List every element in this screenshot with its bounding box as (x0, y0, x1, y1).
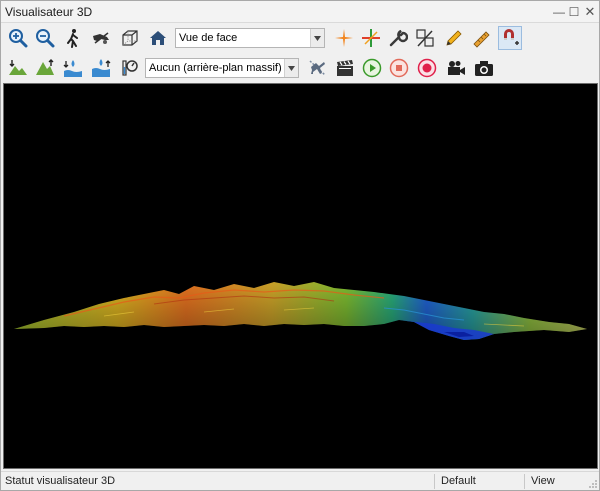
toolbar-terrain: Aucun (arrière-plan massif) (2, 54, 599, 82)
scale-ratio-button[interactable] (413, 26, 437, 50)
water-level-up-icon (92, 59, 111, 77)
settings-wrench-button[interactable] (386, 26, 410, 50)
record-icon (417, 58, 437, 78)
zoom-in-icon (9, 29, 28, 48)
toolbar-navigation: Vue de face (2, 24, 599, 53)
measure-button[interactable] (470, 26, 494, 50)
axes-button[interactable] (359, 26, 383, 50)
title-bar[interactable]: Visualisateur 3D — ☐ ✕ (1, 1, 599, 23)
target-point-button[interactable] (332, 26, 356, 50)
status-text: Statut visualisateur 3D (5, 475, 116, 487)
fly-mode-button[interactable] (89, 26, 113, 50)
status-divider (434, 474, 435, 489)
zoom-out-icon (36, 29, 55, 48)
3d-viewport[interactable] (3, 83, 598, 469)
pencil-icon (446, 30, 462, 46)
status-bar: Statut visualisateur 3D Default View (1, 471, 599, 490)
stop-icon (389, 58, 409, 78)
axes-cross-icon (362, 29, 380, 47)
view-select[interactable]: Vue de face (175, 28, 325, 48)
viewer-3d-window: Visualisateur 3D — ☐ ✕ Vue de face Aucun… (0, 0, 600, 491)
video-capture-button[interactable] (444, 56, 468, 80)
flight-path-button[interactable] (305, 56, 329, 80)
walk-mode-button[interactable] (61, 26, 85, 50)
water-lower-button[interactable] (61, 56, 85, 80)
view-select-value: Vue de face (179, 32, 238, 44)
terrain-high-icon (36, 59, 54, 75)
chevron-down-icon[interactable] (310, 29, 324, 47)
water-level-down-icon (63, 60, 82, 77)
resize-grip-icon[interactable] (588, 479, 598, 489)
wireframe-cube-icon (122, 30, 138, 46)
zoom-out-button[interactable] (33, 26, 57, 50)
walk-mode-icon (67, 29, 78, 48)
animation-button[interactable] (333, 56, 357, 80)
ruler-pencil-icon (473, 31, 490, 48)
weather-gauge-icon (122, 60, 138, 76)
home-view-icon (150, 31, 166, 45)
close-button[interactable]: ✕ (583, 5, 597, 19)
home-view-button[interactable] (146, 26, 170, 50)
photo-camera-icon (475, 61, 493, 76)
scale-ratio-icon (416, 29, 434, 47)
background-select-value: Aucun (arrière-plan massif) (149, 62, 282, 74)
weather-settings-button[interactable] (118, 56, 142, 80)
screenshot-button[interactable] (472, 56, 496, 80)
magnet-plus-icon (504, 29, 519, 45)
status-divider (524, 474, 525, 489)
clapperboard-icon (337, 60, 353, 76)
status-section: View (531, 475, 555, 487)
background-select[interactable]: Aucun (arrière-plan massif) (145, 58, 299, 78)
zoom-in-button[interactable] (6, 26, 30, 50)
crosshair-target-icon (335, 29, 353, 47)
flight-path-icon (309, 60, 326, 76)
minimize-button[interactable]: — (552, 5, 566, 19)
terrain-lower-button[interactable] (6, 56, 30, 80)
record-button[interactable] (415, 56, 439, 80)
snap-button[interactable] (498, 26, 522, 50)
video-camera-icon (448, 61, 465, 75)
draw-button[interactable] (442, 26, 466, 50)
wrench-icon (389, 29, 408, 47)
chevron-down-icon[interactable] (284, 59, 298, 77)
fly-mode-icon (93, 32, 109, 44)
wireframe-button[interactable] (118, 26, 142, 50)
status-mode: Default (441, 475, 476, 487)
terrain-low-icon (9, 60, 27, 75)
stop-button[interactable] (387, 56, 411, 80)
play-icon (362, 58, 382, 78)
window-title: Visualisateur 3D (5, 5, 93, 19)
maximize-button[interactable]: ☐ (567, 5, 581, 19)
terrain-mesh (14, 282, 587, 340)
water-raise-button[interactable] (89, 56, 113, 80)
terrain-raise-button[interactable] (33, 56, 57, 80)
play-button[interactable] (360, 56, 384, 80)
